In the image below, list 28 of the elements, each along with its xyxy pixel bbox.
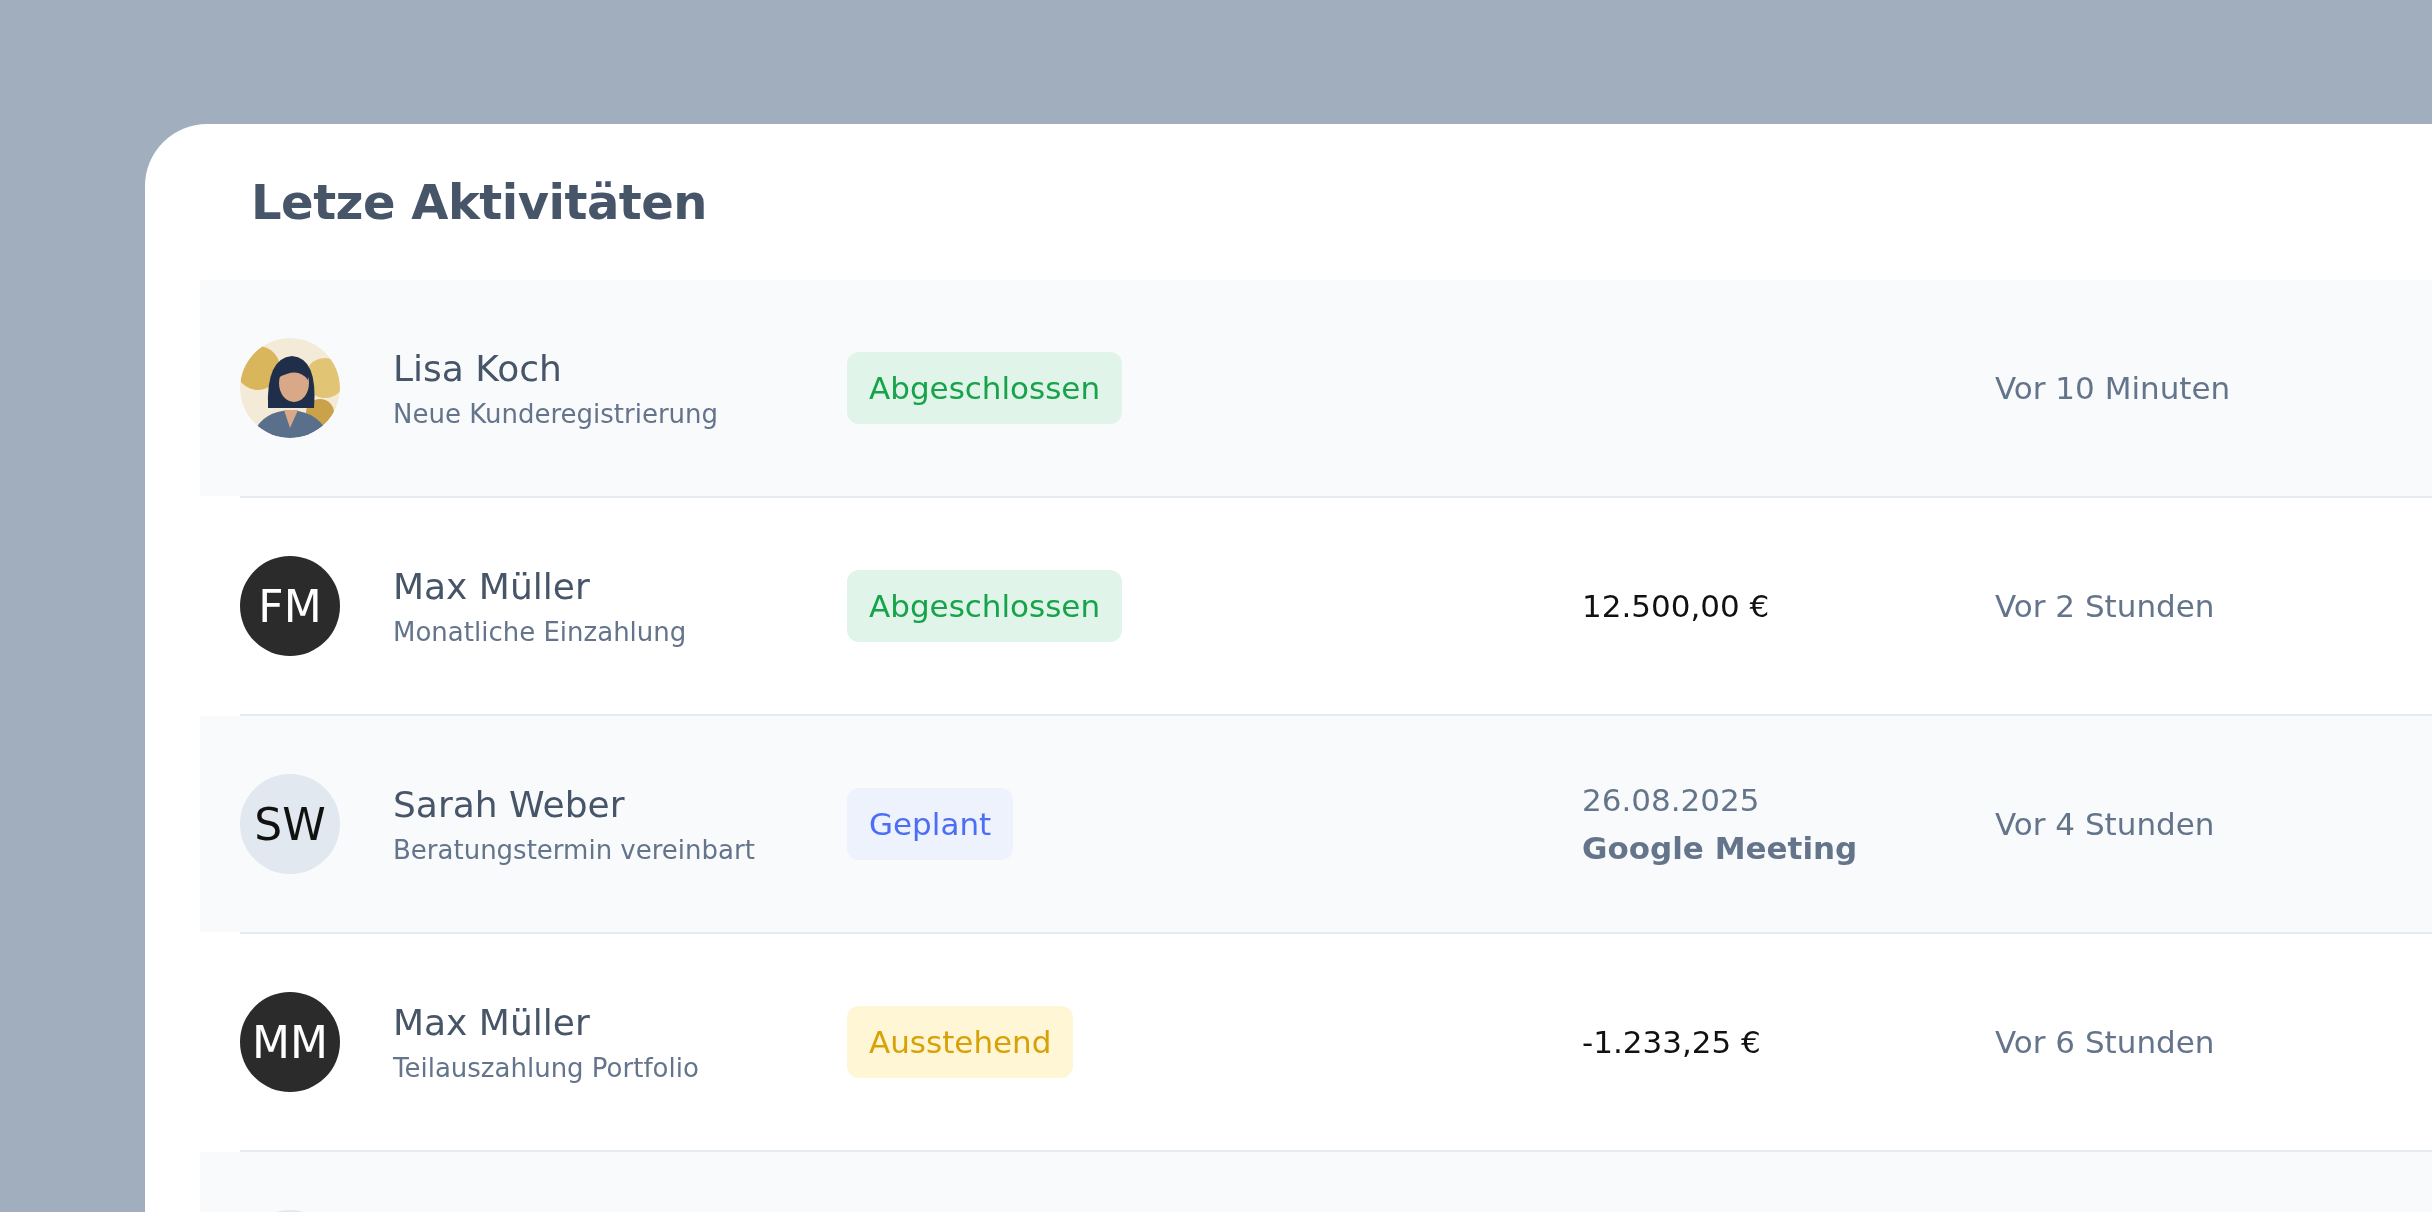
avatar: SW bbox=[240, 774, 340, 874]
activity-description: Beratungstermin vereinbart bbox=[393, 834, 756, 865]
status-badge: Geplant bbox=[847, 788, 1014, 860]
activity-row[interactable]: MM Max Müller Teilauszahlung Portfolio Ausstehend -1.233,25 € Vor 6 Stunden bbox=[200, 934, 2432, 1150]
time-ago: Vor 2 Stunden bbox=[1995, 588, 2215, 624]
time-ago: Vor 6 Stunden bbox=[1995, 1024, 2215, 1060]
activity-row[interactable]: Lisa Koch Neue Kunderegistrierung Abgeschlossen Vor 10 Minuten bbox=[200, 280, 2432, 496]
person-name: Max Müller bbox=[393, 565, 591, 607]
activity-description: Monatliche Einzahlung bbox=[393, 616, 688, 647]
amount: -1.233,25 € bbox=[1582, 1024, 1761, 1060]
time-ago: Vor 10 Minuten bbox=[1995, 370, 2231, 406]
status-badge: Ausstehend bbox=[847, 1006, 1074, 1078]
status-badge: Abgeschlossen bbox=[847, 570, 1123, 642]
meeting-place: Google Meeting bbox=[1582, 830, 1859, 866]
activity-row[interactable]: SW Sarah Weber Beratungstermin vereinbart Geplant 26.08.2025 Google Meeting Vor 4 Stunden bbox=[200, 716, 2432, 932]
amount: 12.500,00 € bbox=[1582, 588, 1770, 624]
section-title: Letze Aktivitäten bbox=[251, 176, 708, 232]
person-name: Sarah Weber bbox=[393, 783, 626, 825]
time-ago: Vor 4 Stunden bbox=[1995, 806, 2215, 842]
person-name: Lisa Koch bbox=[393, 347, 563, 389]
activity-row[interactable]: FM Max Müller Monatliche Einzahlung Abgeschlossen 12.500,00 € Vor 2 Stunden bbox=[200, 498, 2432, 714]
avatar: FM bbox=[240, 556, 340, 656]
avatar: MM bbox=[240, 992, 340, 1092]
person-name: Max Müller bbox=[393, 1001, 591, 1043]
appointment-date: 26.08.2025 bbox=[1582, 782, 1761, 818]
activity-description: Neue Kunderegistrierung bbox=[393, 398, 720, 429]
activity-description: Teilauszahlung Portfolio bbox=[393, 1052, 700, 1083]
status-badge: Abgeschlossen bbox=[847, 352, 1123, 424]
